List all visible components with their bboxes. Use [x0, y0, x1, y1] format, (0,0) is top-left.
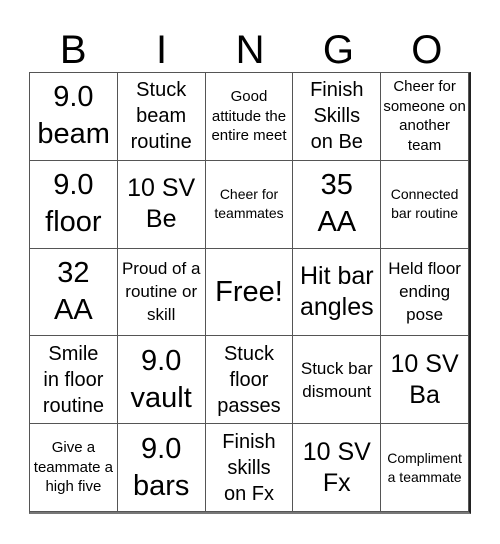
bingo-cell[interactable]: 10 SV Be: [117, 160, 206, 249]
cell-text: 10 SV Fx: [302, 437, 371, 497]
bingo-cell[interactable]: 9.0 bars: [117, 424, 206, 512]
cell-text: Stuck beam routine: [130, 79, 192, 154]
bingo-cell[interactable]: Stuck floor passes: [205, 336, 294, 425]
cell-text: 35 AA: [317, 169, 357, 239]
bingo-cell[interactable]: 9.0 beam: [30, 73, 118, 161]
header-letter-o: O: [411, 28, 443, 72]
cell-text: 10 SV Be: [127, 174, 196, 234]
cell-text: Hit bar angles: [299, 261, 374, 321]
bingo-cell[interactable]: Stuck beam routine: [117, 73, 206, 161]
cell-text: Stuck bar dismount: [300, 358, 373, 401]
bingo-cell[interactable]: 10 SV Ba: [381, 336, 469, 425]
bingo-cell[interactable]: Give a teammate a high five: [30, 424, 118, 512]
bingo-header: B I N G O: [29, 28, 471, 72]
header-letter-b: B: [59, 28, 87, 72]
cell-text: Give a teammate a high five: [33, 439, 113, 496]
cell-text: 10 SV Ba: [390, 349, 459, 409]
bingo-cell[interactable]: Smile in floor routine: [30, 336, 118, 425]
cell-text: Cheer for teammates: [214, 186, 284, 222]
header-letter-i: I: [156, 28, 168, 72]
cell-text: Good attitude the entire meet: [211, 88, 287, 145]
bingo-cell[interactable]: 32 AA: [30, 248, 118, 337]
cell-text: Stuck floor passes: [217, 342, 281, 417]
cell-text: 9.0 floor: [45, 169, 102, 239]
bingo-cell[interactable]: Connected bar routine: [381, 160, 469, 249]
cell-text: 9.0 beam: [37, 81, 110, 151]
header-letter-g: G: [322, 28, 354, 72]
bingo-cell[interactable]: Compliment a teammate: [381, 424, 469, 512]
header-letter-n: N: [235, 28, 265, 72]
bingo-cell[interactable]: Cheer for someone on another team: [381, 73, 469, 161]
free-space-text: Free!: [215, 275, 283, 308]
bingo-cell[interactable]: 9.0 vault: [117, 336, 206, 425]
bingo-cell[interactable]: Good attitude the entire meet: [205, 73, 294, 161]
cell-text: Held floor ending pose: [388, 259, 461, 325]
bingo-grid: 9.0 beam Stuck beam routine Good attitud…: [29, 72, 471, 514]
bingo-cell[interactable]: 35 AA: [293, 160, 382, 249]
bingo-cell[interactable]: 10 SV Fx: [293, 424, 382, 512]
bingo-cell[interactable]: Stuck bar dismount: [293, 336, 382, 425]
bingo-cell[interactable]: Free!: [205, 248, 294, 337]
cell-text: Proud of a routine or skill: [121, 259, 201, 325]
cell-text: Finish Skills on Be: [310, 79, 364, 154]
bingo-cell[interactable]: Cheer for teammates: [205, 160, 294, 249]
cell-text: Smile in floor routine: [42, 342, 104, 417]
bingo-cell[interactable]: 9.0 floor: [30, 160, 118, 249]
cell-text: Connected bar routine: [390, 186, 459, 222]
bingo-cell[interactable]: Held floor ending pose: [381, 248, 469, 337]
cell-text: 32 AA: [54, 256, 93, 326]
cell-text: 9.0 vault: [130, 344, 192, 414]
bingo-cell[interactable]: Proud of a routine or skill: [117, 248, 206, 337]
cell-text: 9.0 bars: [132, 432, 190, 502]
bingo-cell[interactable]: Finish Skills on Be: [293, 73, 382, 161]
cell-text: Compliment a teammate: [387, 449, 462, 485]
cell-text: Finish skills on Fx: [222, 430, 276, 505]
bingo-cell[interactable]: Hit bar angles: [293, 248, 382, 337]
bingo-cell[interactable]: Finish skills on Fx: [205, 424, 294, 512]
cell-text: Cheer for someone on another team: [383, 78, 466, 154]
